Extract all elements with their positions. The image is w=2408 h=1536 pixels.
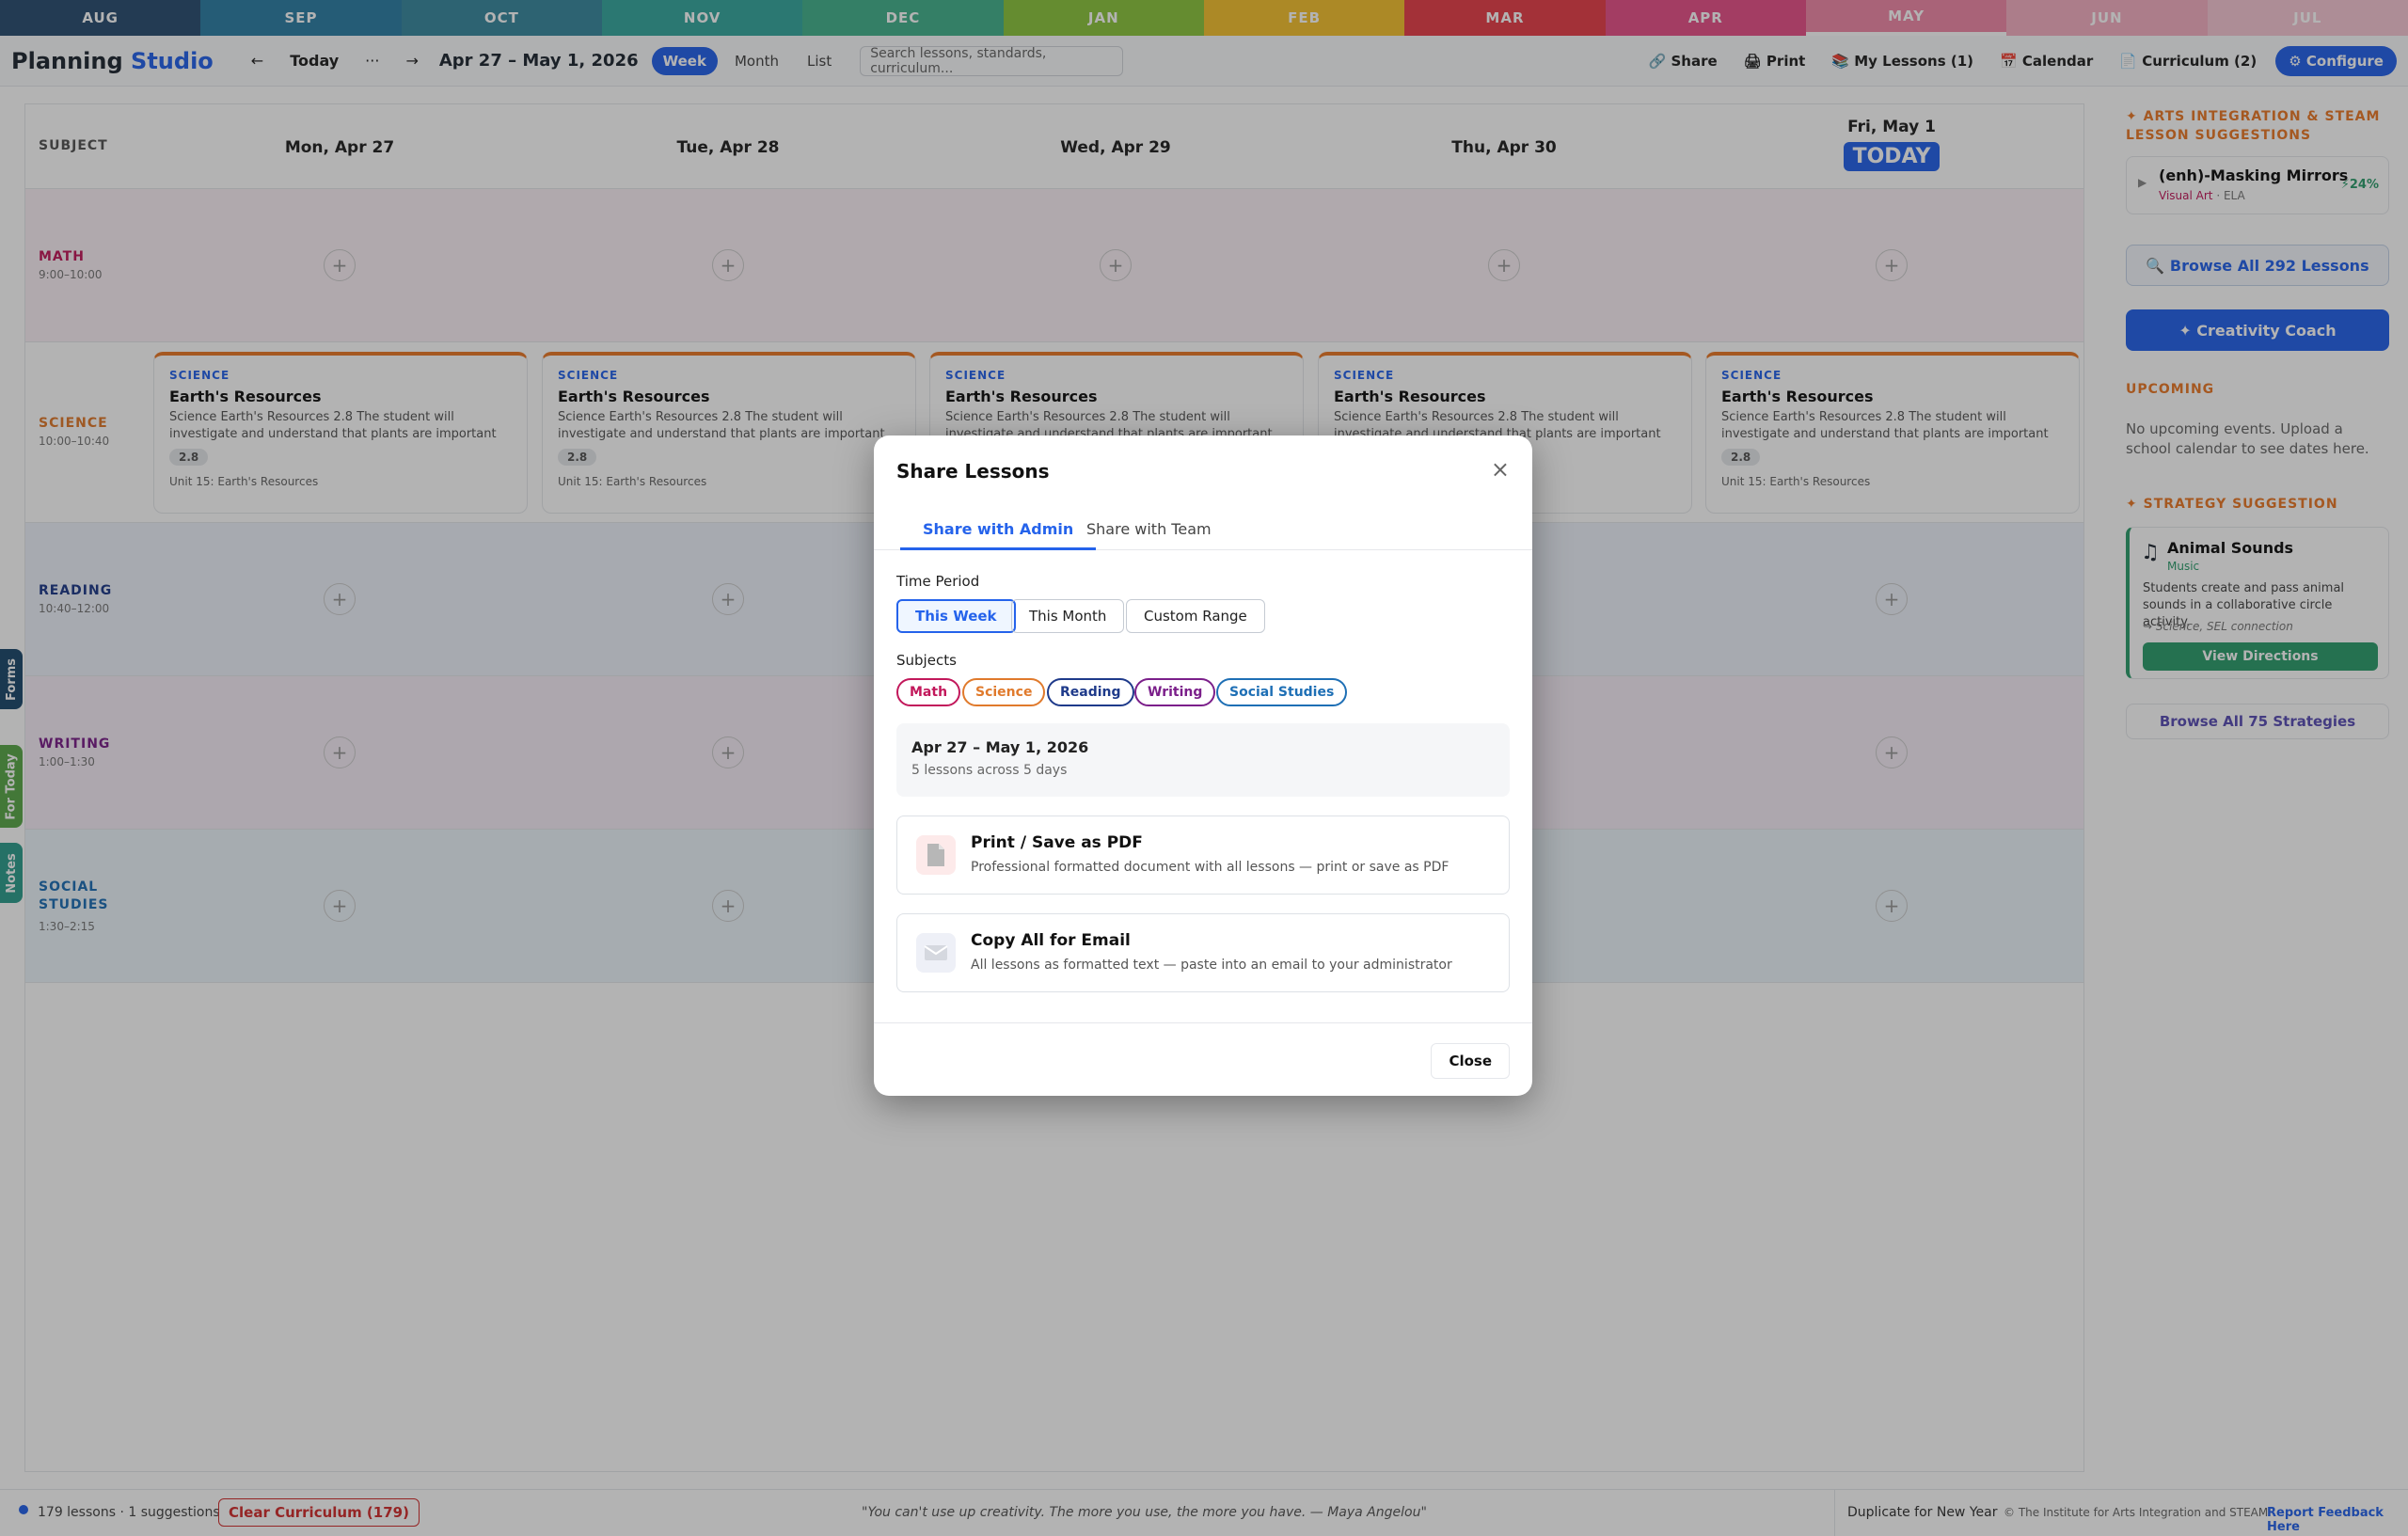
copy-email-title: Copy All for Email: [971, 931, 1131, 950]
subjects-label: Subjects: [896, 652, 957, 669]
share-tabs: Share with Admin Share with Team: [874, 509, 1532, 550]
summary-range: Apr 27 – May 1, 2026: [911, 738, 1089, 756]
custom-range-option[interactable]: Custom Range: [1126, 599, 1265, 633]
subject-chip-math[interactable]: Math: [896, 678, 961, 706]
this-month-option[interactable]: This Month: [1011, 599, 1125, 633]
time-period-label: Time Period: [896, 573, 980, 590]
subject-chip-writing[interactable]: Writing: [1134, 678, 1216, 706]
print-pdf-description: Professional formatted document with all…: [971, 860, 1450, 875]
print-pdf-title: Print / Save as PDF: [971, 833, 1143, 852]
print-pdf-option[interactable]: Print / Save as PDF Professional formatt…: [896, 816, 1510, 895]
subject-chip-science[interactable]: Science: [962, 678, 1046, 706]
close-button[interactable]: Close: [1431, 1043, 1510, 1079]
copy-email-description: All lessons as formatted text — paste in…: [971, 958, 1452, 973]
this-week-option[interactable]: This Week: [896, 599, 1016, 633]
share-lessons-dialog: Share Lessons × Share with Admin Share w…: [874, 435, 1532, 1096]
dialog-footer-divider: [874, 1022, 1532, 1023]
subject-chip-social-studies[interactable]: Social Studies: [1216, 678, 1348, 706]
share-summary: Apr 27 – May 1, 2026 5 lessons across 5 …: [896, 723, 1510, 797]
dialog-title: Share Lessons: [896, 460, 1050, 483]
summary-count: 5 lessons across 5 days: [911, 763, 1068, 778]
subject-chip-reading[interactable]: Reading: [1047, 678, 1134, 706]
copy-email-option[interactable]: Copy All for Email All lessons as format…: [896, 913, 1510, 992]
close-icon[interactable]: ×: [1491, 456, 1510, 483]
envelope-icon: [916, 933, 956, 973]
tab-share-with-admin[interactable]: Share with Admin: [900, 520, 1097, 550]
document-icon: [916, 835, 956, 875]
tab-share-with-team[interactable]: Share with Team: [1086, 520, 1212, 547]
